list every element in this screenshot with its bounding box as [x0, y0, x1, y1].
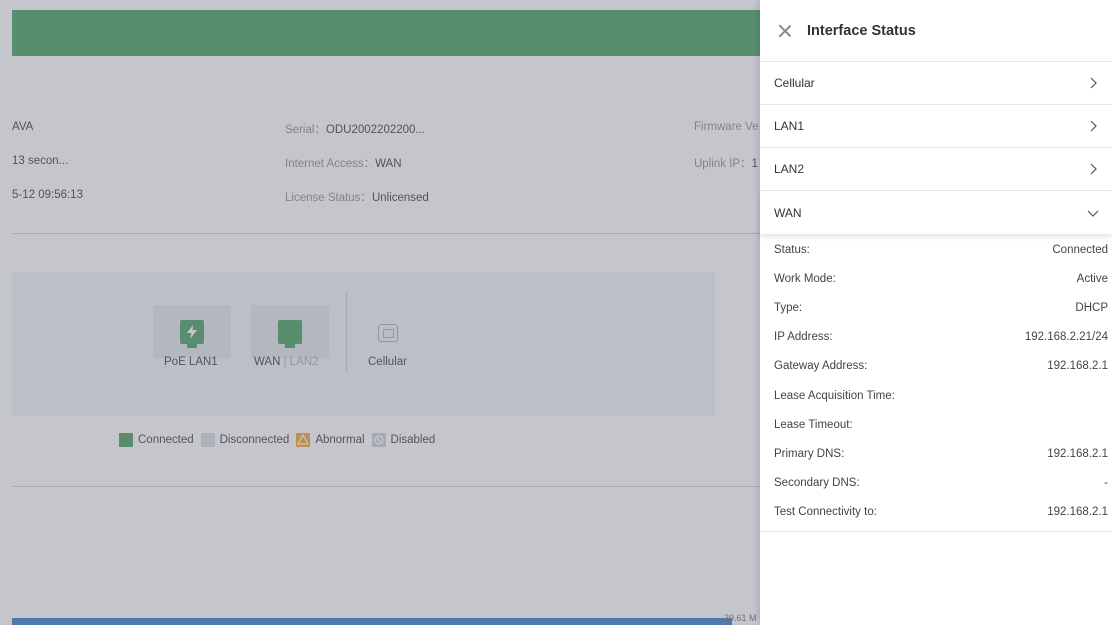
detail-row: Gateway Address: 192.168.2.1: [774, 352, 1108, 381]
detail-label: Type:: [774, 301, 803, 314]
detail-row: Primary DNS: 192.168.2.1: [774, 439, 1108, 468]
detail-value: -: [1104, 477, 1108, 490]
accordion-label: LAN2: [774, 162, 805, 176]
detail-label: Gateway Address:: [774, 360, 868, 373]
detail-label: IP Address:: [774, 331, 833, 344]
accordion-cellular[interactable]: Cellular: [760, 62, 1112, 105]
detail-row: Lease Acquisition Time:: [774, 381, 1108, 410]
detail-value: DHCP: [1075, 301, 1108, 314]
detail-value: 192.168.2.1: [1047, 447, 1108, 460]
detail-row: Test Connectivity to: 192.168.2.1: [774, 498, 1108, 527]
drawer-title: Interface Status: [807, 22, 916, 39]
detail-label: Secondary DNS:: [774, 477, 860, 490]
detail-value: 192.168.2.1: [1047, 506, 1108, 519]
detail-label: Primary DNS:: [774, 447, 845, 460]
detail-row: IP Address: 192.168.2.21/24: [774, 323, 1108, 352]
close-icon[interactable]: [777, 23, 793, 39]
accordion-lan1[interactable]: LAN1: [760, 105, 1112, 148]
modal-overlay[interactable]: [0, 0, 760, 625]
detail-row: Lease Timeout:: [774, 410, 1108, 439]
interface-status-drawer: Interface Status Cellular LAN1 LAN2 WAN …: [760, 0, 1112, 625]
detail-label: Test Connectivity to:: [774, 506, 877, 519]
detail-label: Work Mode:: [774, 272, 836, 285]
detail-row: Status: Connected: [774, 235, 1108, 264]
detail-value: Connected: [1052, 243, 1108, 256]
detail-row: Type: DHCP: [774, 293, 1108, 322]
accordion-label: LAN1: [774, 119, 805, 133]
accordion-lan2[interactable]: LAN2: [760, 148, 1112, 191]
chevron-down-icon: [1086, 206, 1100, 220]
drawer-header: Interface Status: [760, 0, 1112, 62]
detail-row: Secondary DNS: -: [774, 469, 1108, 498]
accordion-wan[interactable]: WAN: [760, 191, 1112, 235]
accordion-label: Cellular: [774, 76, 815, 90]
chevron-right-icon: [1086, 76, 1100, 90]
detail-label: Lease Timeout:: [774, 418, 853, 431]
detail-value: 192.168.2.21/24: [1024, 331, 1108, 344]
chevron-right-icon: [1086, 162, 1100, 176]
accordion-label: WAN: [774, 205, 802, 220]
detail-value: Active: [1076, 272, 1108, 285]
detail-row: Work Mode: Active: [774, 264, 1108, 293]
detail-label: Lease Acquisition Time:: [774, 389, 895, 402]
detail-value: 192.168.2.1: [1047, 360, 1108, 373]
detail-label: Status:: [774, 243, 810, 256]
wan-details: Status: Connected Work Mode: Active Type: DHC…: [760, 235, 1112, 532]
chevron-right-icon: [1086, 119, 1100, 133]
